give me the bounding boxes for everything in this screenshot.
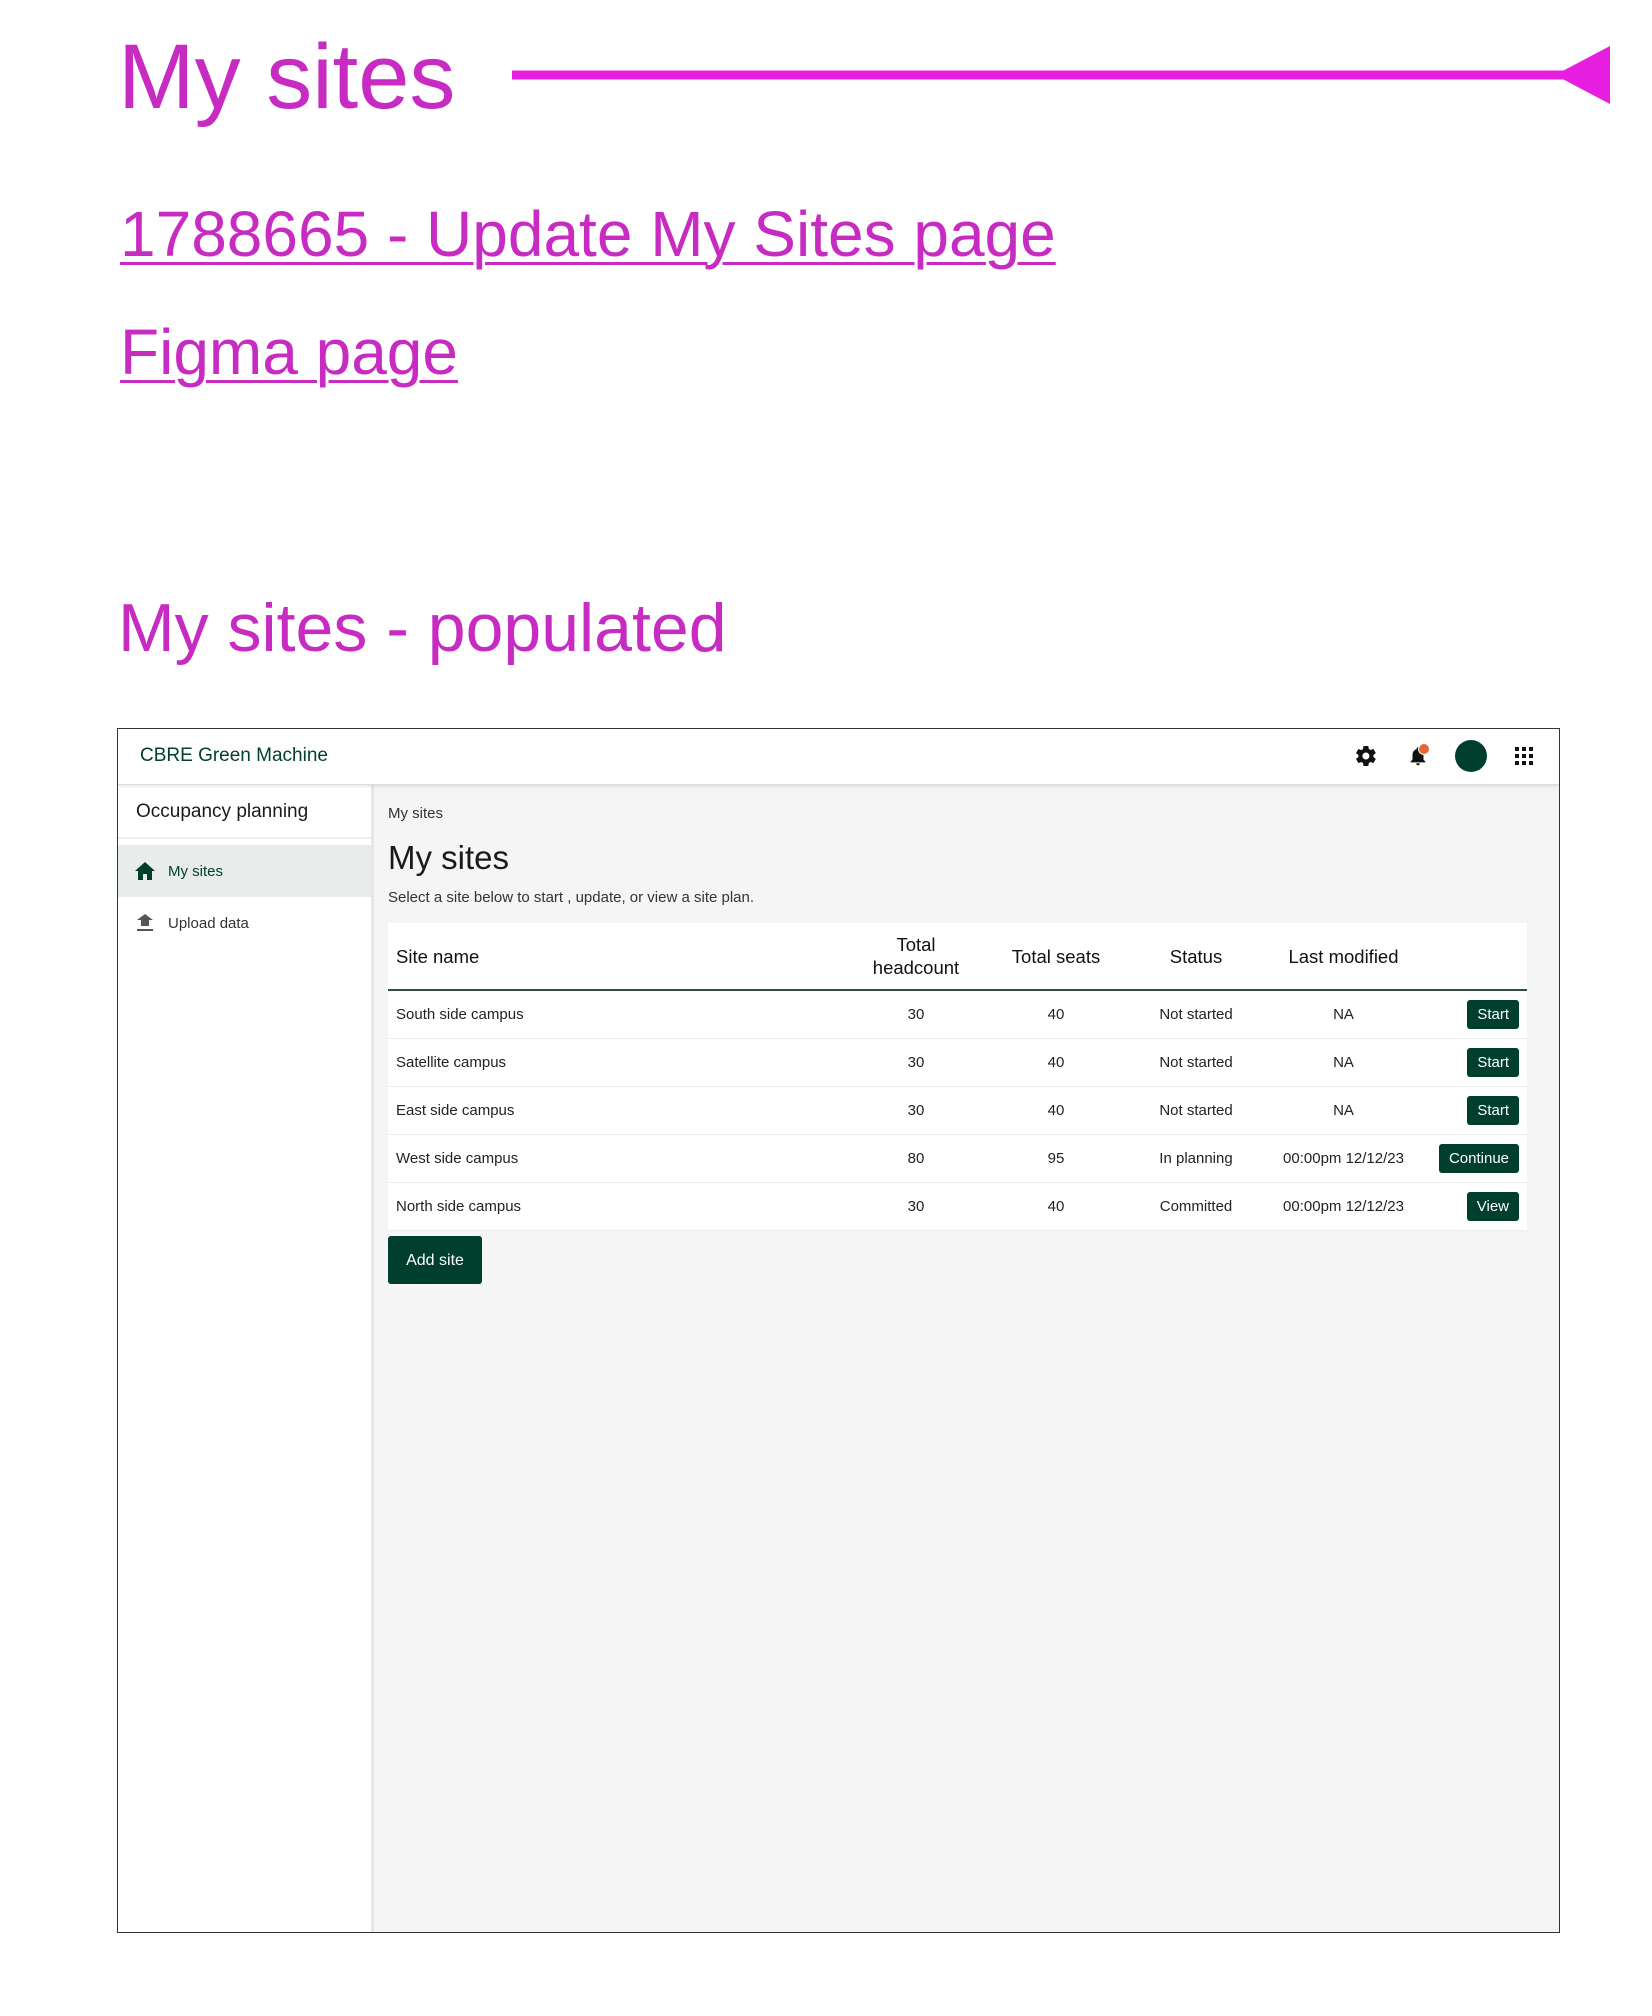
top-bar: CBRE Green Machine: [118, 729, 1559, 785]
sidebar-title: Occupancy planning: [136, 801, 309, 822]
cell-seats: 95: [986, 1134, 1126, 1183]
sidebar: Occupancy planning My sites Upload data: [118, 785, 374, 1932]
gear-icon[interactable]: [1351, 741, 1381, 771]
main-content: My sites My sites Select a site below to…: [374, 785, 1559, 1932]
cell-site-name: East side campus: [388, 1086, 846, 1135]
cell-action: View: [1421, 1182, 1527, 1231]
annotation-subtitle: My sites - populated: [118, 590, 727, 666]
table-row[interactable]: North side campus 30 40 Committed 00:00p…: [388, 1182, 1527, 1231]
cell-headcount: 80: [846, 1134, 986, 1183]
col-header-line: Total: [896, 934, 936, 955]
sites-table: Site name Total headcount Total seats Sta…: [388, 923, 1527, 1231]
col-header-total-seats[interactable]: Total seats: [986, 923, 1126, 991]
cell-seats: 40: [986, 1038, 1126, 1087]
col-header-status[interactable]: Status: [1126, 923, 1266, 991]
home-icon: [134, 860, 156, 882]
cell-headcount: 30: [846, 990, 986, 1039]
table-row[interactable]: East side campus 30 40 Not started NA St…: [388, 1086, 1527, 1135]
cell-status: Not started: [1126, 990, 1266, 1039]
cell-headcount: 30: [846, 1086, 986, 1135]
annotation-arrow: [512, 46, 1610, 104]
app-brand[interactable]: CBRE Green Machine: [140, 745, 328, 767]
add-site-button[interactable]: Add site: [388, 1236, 482, 1284]
apps-grid-icon[interactable]: [1509, 741, 1539, 771]
cell-site-name: West side campus: [388, 1134, 846, 1183]
sidebar-divider: [118, 837, 371, 839]
cell-headcount: 30: [846, 1038, 986, 1087]
col-header-site-name[interactable]: Site name: [388, 923, 846, 991]
continue-button[interactable]: Continue: [1438, 1144, 1519, 1173]
sidebar-item-label: Upload data: [168, 914, 249, 932]
cell-status: Not started: [1126, 1038, 1266, 1087]
cell-last-modified: NA: [1266, 1086, 1421, 1135]
notification-badge: [1418, 743, 1430, 755]
start-button[interactable]: Start: [1467, 1048, 1519, 1077]
upload-icon: [134, 912, 156, 934]
cell-last-modified: NA: [1266, 990, 1421, 1039]
view-button[interactable]: View: [1466, 1192, 1519, 1221]
cell-action: Start: [1421, 990, 1527, 1039]
cell-site-name: North side campus: [388, 1182, 846, 1231]
col-header-line: headcount: [872, 957, 960, 978]
annotation-title: My sites: [118, 26, 456, 128]
top-icons: [1351, 740, 1539, 772]
col-header-actions: [1421, 923, 1527, 991]
start-button[interactable]: Start: [1467, 1096, 1519, 1125]
app-frame: CBRE Green Machine Occupancy planning My…: [117, 728, 1560, 1933]
cell-seats: 40: [986, 1086, 1126, 1135]
cell-headcount: 30: [846, 1182, 986, 1231]
cell-status: Not started: [1126, 1086, 1266, 1135]
avatar[interactable]: [1455, 740, 1487, 772]
sidebar-item-my-sites[interactable]: My sites: [118, 845, 371, 897]
table-row[interactable]: South side campus 30 40 Not started NA S…: [388, 990, 1527, 1039]
start-button[interactable]: Start: [1467, 1000, 1519, 1029]
col-header-total-headcount[interactable]: Total headcount: [846, 923, 986, 991]
col-header-last-modified[interactable]: Last modified: [1266, 923, 1421, 991]
page-description: Select a site below to start , update, o…: [388, 889, 755, 906]
sidebar-item-label: My sites: [168, 862, 224, 880]
cell-last-modified: 00:00pm 12/12/23: [1266, 1134, 1421, 1183]
cell-action: Start: [1421, 1086, 1527, 1135]
cell-last-modified: NA: [1266, 1038, 1421, 1087]
sidebar-item-upload-data[interactable]: Upload data: [118, 897, 371, 949]
cell-seats: 40: [986, 990, 1126, 1039]
page-title: My sites: [388, 839, 510, 876]
table-row[interactable]: Satellite campus 30 40 Not started NA St…: [388, 1038, 1527, 1087]
ticket-link[interactable]: 1788665 - Update My Sites page: [120, 196, 1056, 272]
breadcrumb[interactable]: My sites: [388, 805, 443, 822]
cell-seats: 40: [986, 1182, 1126, 1231]
figma-link[interactable]: Figma page: [120, 314, 458, 390]
cell-site-name: South side campus: [388, 990, 846, 1039]
cell-status: Committed: [1126, 1182, 1266, 1231]
bell-icon[interactable]: [1403, 741, 1433, 771]
table-header-row: Site name Total headcount Total seats Sta…: [388, 923, 1527, 991]
table-row[interactable]: West side campus 80 95 In planning 00:00…: [388, 1134, 1527, 1183]
cell-last-modified: 00:00pm 12/12/23: [1266, 1182, 1421, 1231]
cell-site-name: Satellite campus: [388, 1038, 846, 1087]
cell-action: Continue: [1421, 1134, 1527, 1183]
cell-action: Start: [1421, 1038, 1527, 1087]
cell-status: In planning: [1126, 1134, 1266, 1183]
